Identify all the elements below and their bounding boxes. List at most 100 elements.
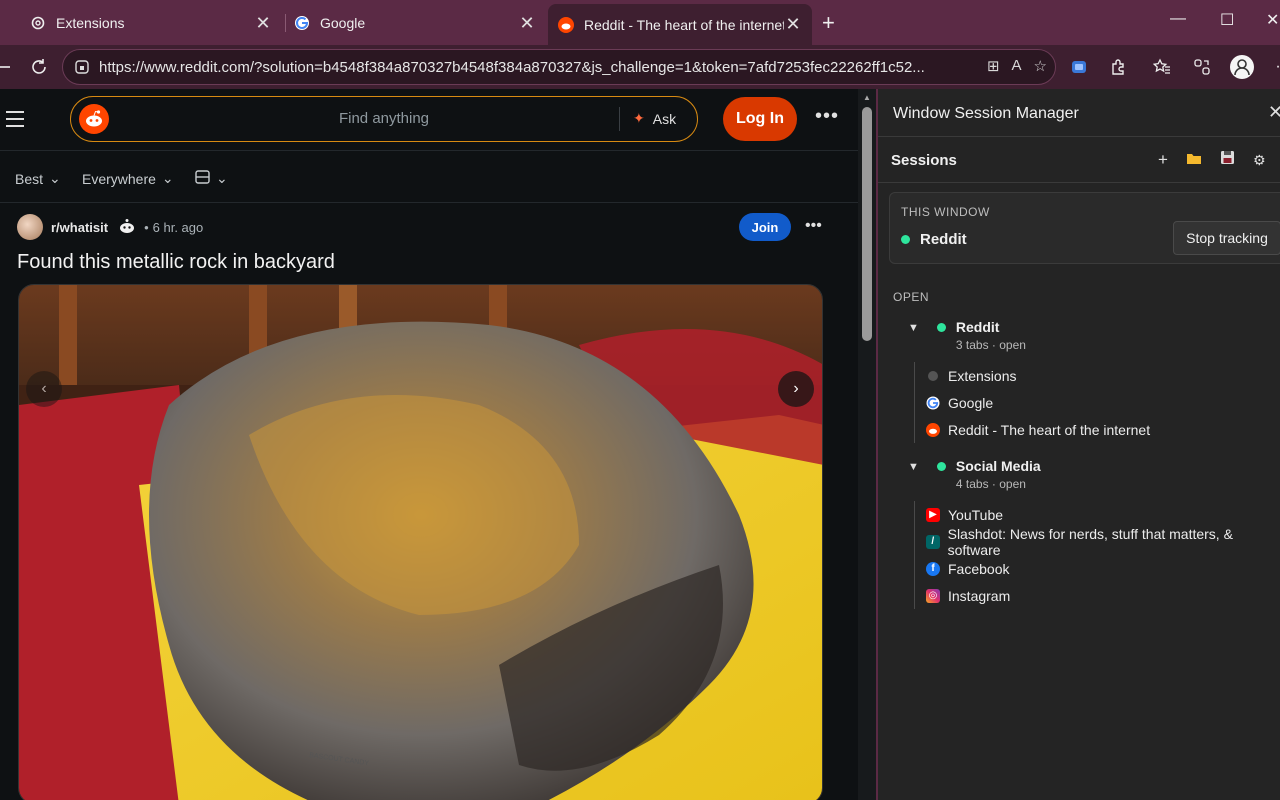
reddit-header: Find anything ✦ Ask Log In ••• <box>0 89 858 151</box>
sessions-actions: + ⚙ <box>1158 150 1266 170</box>
login-button[interactable]: Log In <box>723 97 797 141</box>
join-button[interactable]: Join <box>739 213 791 241</box>
subreddit-avatar[interactable] <box>17 214 43 240</box>
session-group-reddit[interactable]: ▼ Reddit 3 tabs · open <box>908 319 1026 352</box>
extension-badge-icon[interactable] <box>1067 55 1091 79</box>
tab-title: Google <box>948 394 994 411</box>
view-dropdown[interactable]: ⌄ <box>195 170 228 187</box>
active-status-dot <box>936 462 946 471</box>
favorite-star-icon[interactable]: ☆ <box>1034 57 1047 75</box>
tab-google[interactable]: Google ✕ <box>284 4 546 42</box>
sort-best-dropdown[interactable]: Best ⌄ <box>15 170 61 187</box>
window-close-button[interactable]: ✕ <box>1266 10 1279 30</box>
more-options-icon[interactable]: ••• <box>815 105 839 128</box>
active-status-dot <box>901 235 910 244</box>
sessions-header: Sessions + ⚙ <box>878 138 1280 183</box>
post-title[interactable]: Found this metallic rock in backyard <box>17 251 335 274</box>
minimize-button[interactable]: — <box>1170 10 1186 28</box>
url-text[interactable]: https://www.reddit.com/?solution=b4548f3… <box>99 59 959 76</box>
tab-reddit[interactable]: Reddit - The heart of the internet ✕ <box>548 4 812 45</box>
post-time: 6 hr. ago <box>152 219 204 235</box>
post-image[interactable]: BASCOUT CANDY <box>18 284 823 800</box>
save-icon[interactable] <box>1220 150 1235 170</box>
read-aloud-icon[interactable]: A <box>1012 57 1022 75</box>
tab-extensions[interactable]: Extensions ✕ <box>20 4 282 42</box>
list-item[interactable]: f Facebook <box>915 555 1280 582</box>
search-input[interactable]: Find anything <box>71 110 697 127</box>
group-name: Social Media <box>955 458 1041 474</box>
search-divider <box>619 107 620 131</box>
reddit-search-bar[interactable]: Find anything ✦ Ask <box>70 96 698 142</box>
stop-tracking-button[interactable]: Stop tracking <box>1173 221 1280 255</box>
add-session-icon[interactable]: + <box>1158 150 1168 170</box>
lock-icon[interactable] <box>73 58 93 76</box>
maximize-button[interactable]: ☐ <box>1220 10 1234 30</box>
list-item[interactable]: Reddit - The heart of the internet <box>915 416 1150 443</box>
caret-down-icon[interactable]: ▼ <box>908 322 919 334</box>
this-window-session: Reddit <box>901 231 967 248</box>
page-scrollbar[interactable]: ▲ <box>858 89 876 800</box>
tab-title: Instagram <box>948 587 1011 604</box>
instagram-icon: ◎ <box>926 588 940 603</box>
collections-icon[interactable] <box>1190 55 1214 79</box>
google-icon <box>294 15 310 31</box>
favorites-icon[interactable] <box>1150 55 1174 79</box>
list-item[interactable]: ▶ YouTube <box>915 501 1280 528</box>
tab-title: Facebook <box>948 560 1010 577</box>
browser-toolbar: https://www.reddit.com/?solution=b4548f3… <box>0 45 1280 89</box>
facebook-icon: f <box>926 561 940 576</box>
carousel-prev-button[interactable]: ‹ <box>26 371 62 407</box>
card-view-icon <box>195 170 210 187</box>
tab-title: YouTube <box>948 506 1004 523</box>
reddit-icon <box>926 422 940 437</box>
close-icon[interactable]: ✕ <box>1268 102 1280 123</box>
refresh-icon[interactable] <box>27 55 51 79</box>
settings-more-icon[interactable]: · <box>1266 55 1280 79</box>
ask-button[interactable]: ✦ Ask <box>633 110 676 127</box>
back-icon[interactable] <box>0 55 16 79</box>
gear-icon[interactable]: ⚙ <box>1253 152 1266 169</box>
scroll-thumb[interactable] <box>862 107 872 341</box>
youtube-icon: ▶ <box>926 507 940 522</box>
chevron-down-icon: ⌄ <box>161 170 174 186</box>
group-name: Reddit <box>955 319 1000 335</box>
address-bar[interactable]: https://www.reddit.com/?solution=b4548f3… <box>62 49 1056 85</box>
list-item[interactable]: Google <box>915 389 1150 416</box>
folder-open-icon[interactable] <box>1186 150 1202 170</box>
this-window-card: THIS WINDOW Reddit Stop tracking <box>889 192 1280 264</box>
this-window-label: THIS WINDOW <box>901 205 990 219</box>
new-tab-button[interactable]: + <box>822 10 835 36</box>
subreddit-name[interactable]: r/whatisit <box>51 220 108 235</box>
gray-dot-icon <box>926 369 940 383</box>
carousel-next-button[interactable]: › <box>778 371 814 407</box>
sessions-title: Sessions <box>891 152 957 169</box>
post-meta: r/whatisit • 6 hr. ago <box>17 214 203 240</box>
reddit-icon <box>558 16 574 33</box>
tab-title: Extensions <box>56 15 125 31</box>
slashdot-icon: / <box>926 534 940 549</box>
group-tab-list: Extensions Google Reddit - The heart of … <box>914 362 1150 443</box>
panel-header: Window Session Manager ✕ <box>878 89 1280 137</box>
list-item[interactable]: / Slashdot: News for nerds, stuff that m… <box>915 526 1280 558</box>
post-options-icon[interactable]: ••• <box>805 217 822 235</box>
session-group-social-media[interactable]: ▼ Social Media 4 tabs · open <box>908 458 1041 491</box>
app-available-icon[interactable]: ⊞ <box>987 57 1000 75</box>
active-status-dot <box>936 323 946 332</box>
scope-dropdown[interactable]: Everywhere ⌄ <box>82 170 174 187</box>
close-icon[interactable]: ✕ <box>784 14 802 35</box>
close-icon[interactable]: ✕ <box>254 13 272 34</box>
close-icon[interactable]: ✕ <box>518 13 536 34</box>
metallic-rock-photo: BASCOUT CANDY <box>19 285 822 800</box>
caret-down-icon[interactable]: ▼ <box>908 461 919 473</box>
puzzle-gear-icon <box>30 15 46 31</box>
menu-icon[interactable] <box>6 111 24 132</box>
tab-strip: Extensions ✕ Google ✕ Reddit - The heart… <box>0 0 1280 45</box>
list-item[interactable]: Extensions <box>915 362 1150 389</box>
list-item[interactable]: ◎ Instagram <box>915 582 1280 609</box>
chevron-down-icon: ⌄ <box>216 170 228 186</box>
extensions-icon[interactable] <box>1106 55 1130 79</box>
snoo-icon <box>118 218 136 237</box>
scroll-up-icon[interactable]: ▲ <box>863 93 871 102</box>
sort-bar: Best ⌄ Everywhere ⌄ ⌄ <box>0 151 858 203</box>
profile-avatar-icon[interactable] <box>1230 55 1254 79</box>
